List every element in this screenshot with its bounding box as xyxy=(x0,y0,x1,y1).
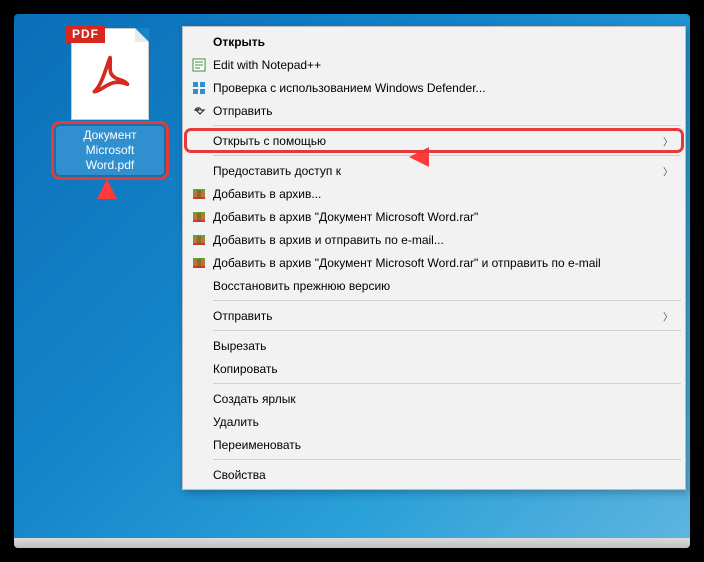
menu-separator xyxy=(213,300,681,301)
menu-separator xyxy=(213,383,681,384)
menu-open-with[interactable]: Открыть с помощью 〉 xyxy=(185,129,683,152)
winrar-icon xyxy=(189,255,209,271)
notepad-icon xyxy=(189,57,209,73)
submenu-arrow-icon: 〉 xyxy=(663,308,673,323)
menu-separator xyxy=(213,125,681,126)
menu-edit-notepad[interactable]: Edit with Notepad++ xyxy=(185,53,683,76)
pdf-file-thumbnail: PDF xyxy=(71,28,149,120)
menu-add-archive-named[interactable]: Добавить в архив "Документ Microsoft Wor… xyxy=(185,205,683,228)
submenu-arrow-icon: 〉 xyxy=(663,133,673,148)
menu-cut[interactable]: Вырезать xyxy=(185,334,683,357)
menu-add-archive[interactable]: Добавить в архив... xyxy=(185,182,683,205)
windows-defender-icon xyxy=(189,80,209,96)
annotation-arrow-icon xyxy=(92,174,122,264)
share-icon xyxy=(189,103,209,119)
menu-separator xyxy=(213,330,681,331)
menu-restore-version[interactable]: Восстановить прежнюю версию xyxy=(185,274,683,297)
menu-copy[interactable]: Копировать xyxy=(185,357,683,380)
taskbar xyxy=(14,538,690,548)
winrar-icon xyxy=(189,232,209,248)
winrar-icon xyxy=(189,209,209,225)
pdf-file[interactable]: PDF Документ Microsoft Word.pdf xyxy=(54,28,166,177)
menu-windows-defender[interactable]: Проверка с использованием Windows Defend… xyxy=(185,76,683,99)
menu-share[interactable]: Отправить xyxy=(185,99,683,122)
menu-send-to[interactable]: Отправить 〉 xyxy=(185,304,683,327)
adobe-acrobat-icon xyxy=(87,53,133,99)
submenu-arrow-icon: 〉 xyxy=(663,163,673,178)
menu-properties[interactable]: Свойства xyxy=(185,463,683,486)
menu-separator xyxy=(213,459,681,460)
menu-create-shortcut[interactable]: Создать ярлык xyxy=(185,387,683,410)
pdf-badge: PDF xyxy=(66,25,105,43)
desktop: PDF Документ Microsoft Word.pdf Открыть … xyxy=(14,14,690,548)
menu-separator xyxy=(213,155,681,156)
menu-open[interactable]: Открыть xyxy=(185,30,683,53)
context-menu: Открыть Edit with Notepad++ Проверка с и… xyxy=(182,26,686,490)
menu-rename[interactable]: Переименовать xyxy=(185,433,683,456)
menu-delete[interactable]: Удалить xyxy=(185,410,683,433)
menu-give-access[interactable]: Предоставить доступ к 〉 xyxy=(185,159,683,182)
menu-archive-named-email[interactable]: Добавить в архив "Документ Microsoft Wor… xyxy=(185,251,683,274)
pdf-file-label: Документ Microsoft Word.pdf xyxy=(54,124,166,177)
menu-archive-email[interactable]: Добавить в архив и отправить по e-mail..… xyxy=(185,228,683,251)
winrar-icon xyxy=(189,186,209,202)
